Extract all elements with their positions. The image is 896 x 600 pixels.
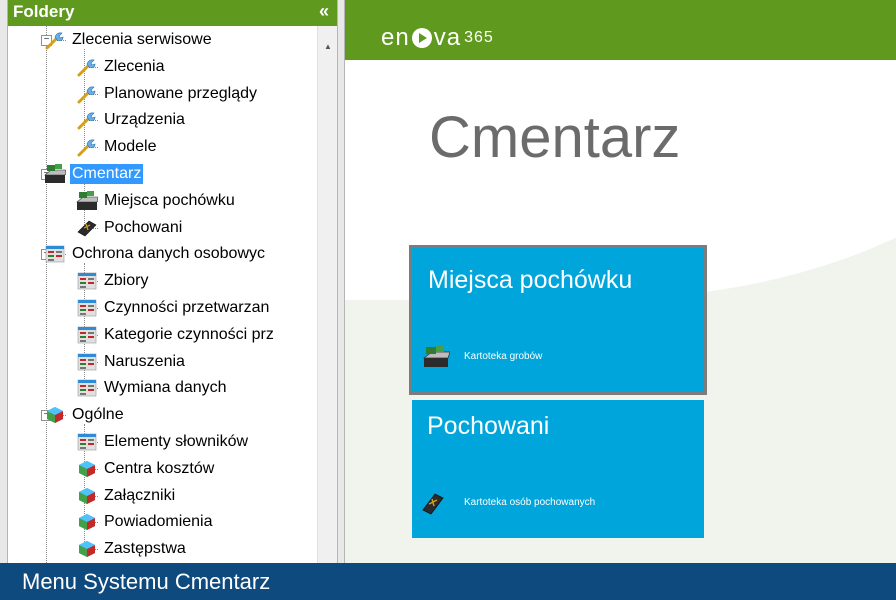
tree-item-label: Miejsca pochówku [104, 191, 235, 209]
folders-header: Foldery « [8, 0, 337, 26]
tree-item[interactable]: Czynności przetwarzan [76, 295, 271, 321]
tree-item-label: Załączniki [104, 486, 176, 504]
grave-icon [44, 163, 67, 185]
panel-splitter[interactable] [337, 0, 345, 563]
tree-item-label: Naruszenia [104, 352, 185, 370]
table-icon [44, 243, 66, 265]
page-title: Cmentarz [429, 105, 681, 170]
cube-icon [76, 538, 98, 560]
coffin-icon [76, 217, 98, 239]
wrench-icon [76, 83, 98, 105]
wrench-icon [44, 29, 66, 51]
tree-guide-line [46, 26, 47, 563]
tree-item[interactable]: Powiadomienia [76, 509, 215, 535]
tree-item-label: Zlecenia serwisowe [72, 31, 212, 48]
tile-title: Pochowani [427, 412, 550, 440]
cube-icon [76, 485, 98, 507]
tree-item[interactable]: Zbiory [76, 268, 150, 294]
tree-item-label: Cmentarz [70, 164, 144, 184]
coffin-icon [422, 493, 444, 515]
tree-item-label: Zbiory [104, 272, 149, 290]
tile-subtitle: Kartoteka grobów [464, 351, 543, 362]
tree-item[interactable]: Urządzenia [76, 107, 187, 133]
tree-item-label: Kategorie czynności prz [104, 325, 274, 343]
tree-item[interactable]: Wymiana danych [76, 375, 229, 401]
tree-item[interactable]: Zlecenia serwisowe [44, 27, 214, 53]
table-icon [76, 297, 98, 319]
tree-item[interactable]: Zlecenia [76, 54, 166, 80]
tree-item-label: Zlecenia [104, 57, 165, 75]
tree-item-label: Zastępstwa [104, 540, 186, 558]
tree-item-label: Urządzenia [104, 111, 185, 129]
collapse-panel-button[interactable]: « [319, 0, 329, 22]
tile-pochowani[interactable]: Pochowani Kartoteka osób pochowanych [412, 400, 704, 538]
cube-icon [76, 458, 98, 480]
grave-icon [76, 190, 99, 212]
tree-item[interactable]: Zastępstwa [76, 536, 188, 562]
tree-item[interactable]: Cmentarz [44, 161, 144, 187]
table-icon [76, 270, 98, 292]
caption-bar: Menu Systemu Cmentarz [0, 563, 896, 600]
enova-logo: en va 365 [381, 24, 494, 51]
tree-item[interactable]: Miejsca pochówku [76, 188, 237, 214]
tree-item[interactable]: Centra kosztów [76, 456, 216, 482]
scroll-up-arrow-icon[interactable]: ▲ [318, 40, 338, 52]
tree-item[interactable]: Załączniki [76, 483, 177, 509]
caption-text: Menu Systemu Cmentarz [22, 569, 271, 594]
main-content: en va 365 Cmentarz Miejsca pochówku Kart… [345, 0, 896, 563]
tree-item[interactable]: Pochowani [76, 215, 184, 241]
tree-item[interactable]: Ochrona danych osobowyc [44, 241, 267, 267]
wrench-icon [76, 109, 98, 131]
wrench-icon [76, 56, 98, 78]
tree-item-label: Modele [104, 138, 157, 156]
tree-item-label: Czynności przetwarzan [104, 299, 270, 316]
tree-item-label: Centra kosztów [104, 459, 215, 477]
tree-item[interactable]: Planowane przeglądy [76, 81, 259, 107]
tree-item-label: Wymiana danych [104, 379, 227, 397]
table-icon [76, 351, 98, 373]
tree-item-label: Powiadomienia [104, 513, 213, 531]
tree-item-label: Ochrona danych osobowyc [72, 245, 265, 263]
tree-item[interactable]: Ogólne [44, 402, 126, 428]
folders-panel: Foldery « − Zlecenia serwisowe Zlecenia Pla… [0, 0, 345, 563]
table-icon [76, 431, 98, 453]
tree-scrollbar[interactable]: ▲ [317, 26, 337, 563]
cube-icon [44, 404, 66, 426]
folders-title: Foldery [13, 2, 75, 21]
table-icon [76, 377, 98, 399]
grave-icon [422, 346, 450, 367]
tree-item-label: Pochowani [104, 218, 183, 236]
cube-icon [76, 511, 98, 533]
tree-item[interactable]: Elementy słowników [76, 429, 250, 455]
wrench-icon [76, 136, 98, 158]
tree-item[interactable]: Kategorie czynności prz [76, 322, 276, 348]
left-edge-strip [0, 0, 8, 563]
tree-item[interactable]: Naruszenia [76, 349, 187, 375]
tree-item-label: Elementy słowników [104, 433, 249, 450]
tile-title: Miejsca pochówku [428, 266, 633, 294]
tile-miejsca-pochowku[interactable]: Miejsca pochówku Kartoteka grobów [409, 245, 707, 395]
table-icon [76, 324, 98, 346]
play-circle-icon [411, 28, 432, 48]
tile-subtitle: Kartoteka osób pochowanych [464, 497, 596, 508]
tree-item-label: Planowane przeglądy [104, 84, 257, 102]
tree-item-label: Ogólne [72, 406, 124, 424]
tree-item[interactable]: Modele [76, 134, 158, 160]
folder-tree: − Zlecenia serwisowe Zlecenia Planowane prz… [8, 26, 317, 563]
